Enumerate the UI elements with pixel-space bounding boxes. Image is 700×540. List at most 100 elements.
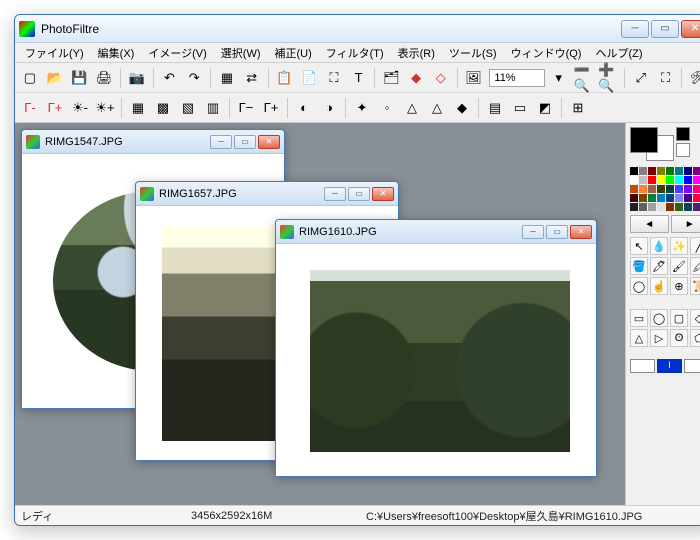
doc-maximize-button[interactable]: ▭ xyxy=(546,225,568,239)
palette-cell[interactable] xyxy=(693,194,700,202)
menu-select[interactable]: 選択(W) xyxy=(215,43,267,63)
doc-window-3[interactable]: RIMG1610.JPG ─ ▭ ✕ xyxy=(275,219,597,477)
palette-cell[interactable] xyxy=(666,176,674,184)
palette-cell[interactable] xyxy=(657,203,665,211)
doc-close-button[interactable]: ✕ xyxy=(372,187,394,201)
palette-cell[interactable] xyxy=(657,194,665,202)
brush-icon[interactable]: 🖌 xyxy=(670,257,688,275)
dust-icon[interactable]: ✦ xyxy=(351,97,373,119)
square4-icon[interactable]: ▥ xyxy=(202,97,224,119)
palette-cell[interactable] xyxy=(675,167,683,175)
palette-cell[interactable] xyxy=(684,167,692,175)
smudge-icon[interactable]: ☝ xyxy=(650,277,668,295)
clone-icon[interactable]: ⊕ xyxy=(670,277,688,295)
grayscale-icon[interactable]: ◐ xyxy=(293,97,315,119)
paste-icon[interactable]: 📄 xyxy=(298,67,320,89)
print-icon[interactable]: 🖨 xyxy=(93,67,115,89)
bright-minus-icon[interactable]: Γ- xyxy=(19,97,41,119)
lasso-icon[interactable]: ʘ xyxy=(670,329,688,347)
menu-adjust[interactable]: 補正(U) xyxy=(269,43,318,63)
palette-cell[interactable] xyxy=(630,203,638,211)
palette-cell[interactable] xyxy=(693,185,700,193)
palette-cell[interactable] xyxy=(648,176,656,184)
menu-help[interactable]: ヘルプ(Z) xyxy=(589,43,648,63)
palette-cell[interactable] xyxy=(666,167,674,175)
fill-icon[interactable]: 🪣 xyxy=(630,257,648,275)
doc-canvas[interactable] xyxy=(276,244,596,476)
module-icon[interactable]: ⊞ xyxy=(567,97,589,119)
palette-cell[interactable] xyxy=(639,203,647,211)
titlebar[interactable]: PhotoFiltre ─ ▭ ✕ xyxy=(15,15,700,43)
scan-icon[interactable]: 📷 xyxy=(126,67,148,89)
triangle-icon[interactable]: △ xyxy=(630,329,648,347)
palette-cell[interactable] xyxy=(666,194,674,202)
sample-color-2[interactable]: I xyxy=(657,359,682,373)
palette-cell[interactable] xyxy=(657,185,665,193)
spray-icon[interactable]: 🖊 xyxy=(650,257,668,275)
palette-cell[interactable] xyxy=(675,185,683,193)
polygon-icon[interactable]: ⬠ xyxy=(690,329,700,347)
mini-swatch-icon[interactable] xyxy=(676,143,690,157)
palette-cell[interactable] xyxy=(675,176,683,184)
ellipse-icon[interactable]: ◯ xyxy=(650,309,668,327)
zoom-in-icon[interactable]: ➕🔍 xyxy=(597,67,619,89)
relief-icon[interactable]: ◆ xyxy=(451,97,473,119)
zoom-input[interactable]: 11% xyxy=(489,69,544,87)
palette-cell[interactable] xyxy=(657,176,665,184)
doc-maximize-button[interactable]: ▭ xyxy=(234,135,256,149)
doc-close-button[interactable]: ✕ xyxy=(570,225,592,239)
settings-icon[interactable]: 🛠 xyxy=(687,67,700,89)
auto1-icon[interactable]: ◆ xyxy=(405,67,427,89)
browse-icon[interactable]: 🖼 xyxy=(463,67,485,89)
pointer-icon[interactable]: ↖ xyxy=(630,237,648,255)
gamma-plus-icon[interactable]: Γ+ xyxy=(260,97,282,119)
frame-icon[interactable]: ▭ xyxy=(509,97,531,119)
window-close-button[interactable]: ✕ xyxy=(681,20,700,38)
palette-cell[interactable] xyxy=(648,194,656,202)
zoom-out-icon[interactable]: ➖🔍 xyxy=(573,67,595,89)
palette-cell[interactable] xyxy=(639,167,647,175)
palette-cell[interactable] xyxy=(684,194,692,202)
palette-cell[interactable] xyxy=(684,185,692,193)
palette-cell[interactable] xyxy=(639,176,647,184)
palette-cell[interactable] xyxy=(648,167,656,175)
palette-cell[interactable] xyxy=(675,203,683,211)
chevron-down-icon[interactable]: ▾ xyxy=(548,67,570,89)
palette-cell[interactable] xyxy=(630,167,638,175)
swap-icon[interactable]: ⇄ xyxy=(241,67,263,89)
palette-cell[interactable] xyxy=(648,185,656,193)
palette-cell[interactable] xyxy=(666,203,674,211)
doc-minimize-button[interactable]: ─ xyxy=(210,135,232,149)
menu-file[interactable]: ファイル(Y) xyxy=(19,43,90,63)
pipette-icon[interactable]: 💧 xyxy=(650,237,668,255)
menu-view[interactable]: 表示(R) xyxy=(392,43,441,63)
undo-icon[interactable]: ↶ xyxy=(159,67,181,89)
palette-cell[interactable] xyxy=(684,176,692,184)
square2-icon[interactable]: ▩ xyxy=(152,97,174,119)
doc-minimize-button[interactable]: ─ xyxy=(324,187,346,201)
doc-minimize-button[interactable]: ─ xyxy=(522,225,544,239)
sharpen-icon[interactable]: △ xyxy=(401,97,423,119)
sample-color-3[interactable] xyxy=(684,359,700,373)
copy-icon[interactable]: 📋 xyxy=(274,67,296,89)
mini-swatch-icon[interactable] xyxy=(676,127,690,141)
auto2-icon[interactable]: ◇ xyxy=(430,67,452,89)
menu-window[interactable]: ウィンドウ(Q) xyxy=(505,43,588,63)
palette-cell[interactable] xyxy=(639,194,647,202)
rect-icon[interactable]: ▭ xyxy=(630,309,648,327)
palette-prev-button[interactable]: ◄ xyxy=(630,215,669,233)
triangle2-icon[interactable]: ▷ xyxy=(650,329,668,347)
palette-cell[interactable] xyxy=(630,185,638,193)
square3-icon[interactable]: ▧ xyxy=(177,97,199,119)
palette-cell[interactable] xyxy=(648,203,656,211)
open-icon[interactable]: 📂 xyxy=(44,67,66,89)
palette-cell[interactable] xyxy=(657,167,665,175)
color-swatch[interactable] xyxy=(630,127,700,163)
square1-icon[interactable]: ▦ xyxy=(127,97,149,119)
auto-level-icon[interactable]: ☀- xyxy=(69,97,91,119)
palette-cell[interactable] xyxy=(693,167,700,175)
layers-icon[interactable]: 🗂 xyxy=(380,67,402,89)
resize-icon[interactable]: ⛶ xyxy=(323,67,345,89)
noise-icon[interactable]: ◦ xyxy=(376,97,398,119)
palette-cell[interactable] xyxy=(693,203,700,211)
